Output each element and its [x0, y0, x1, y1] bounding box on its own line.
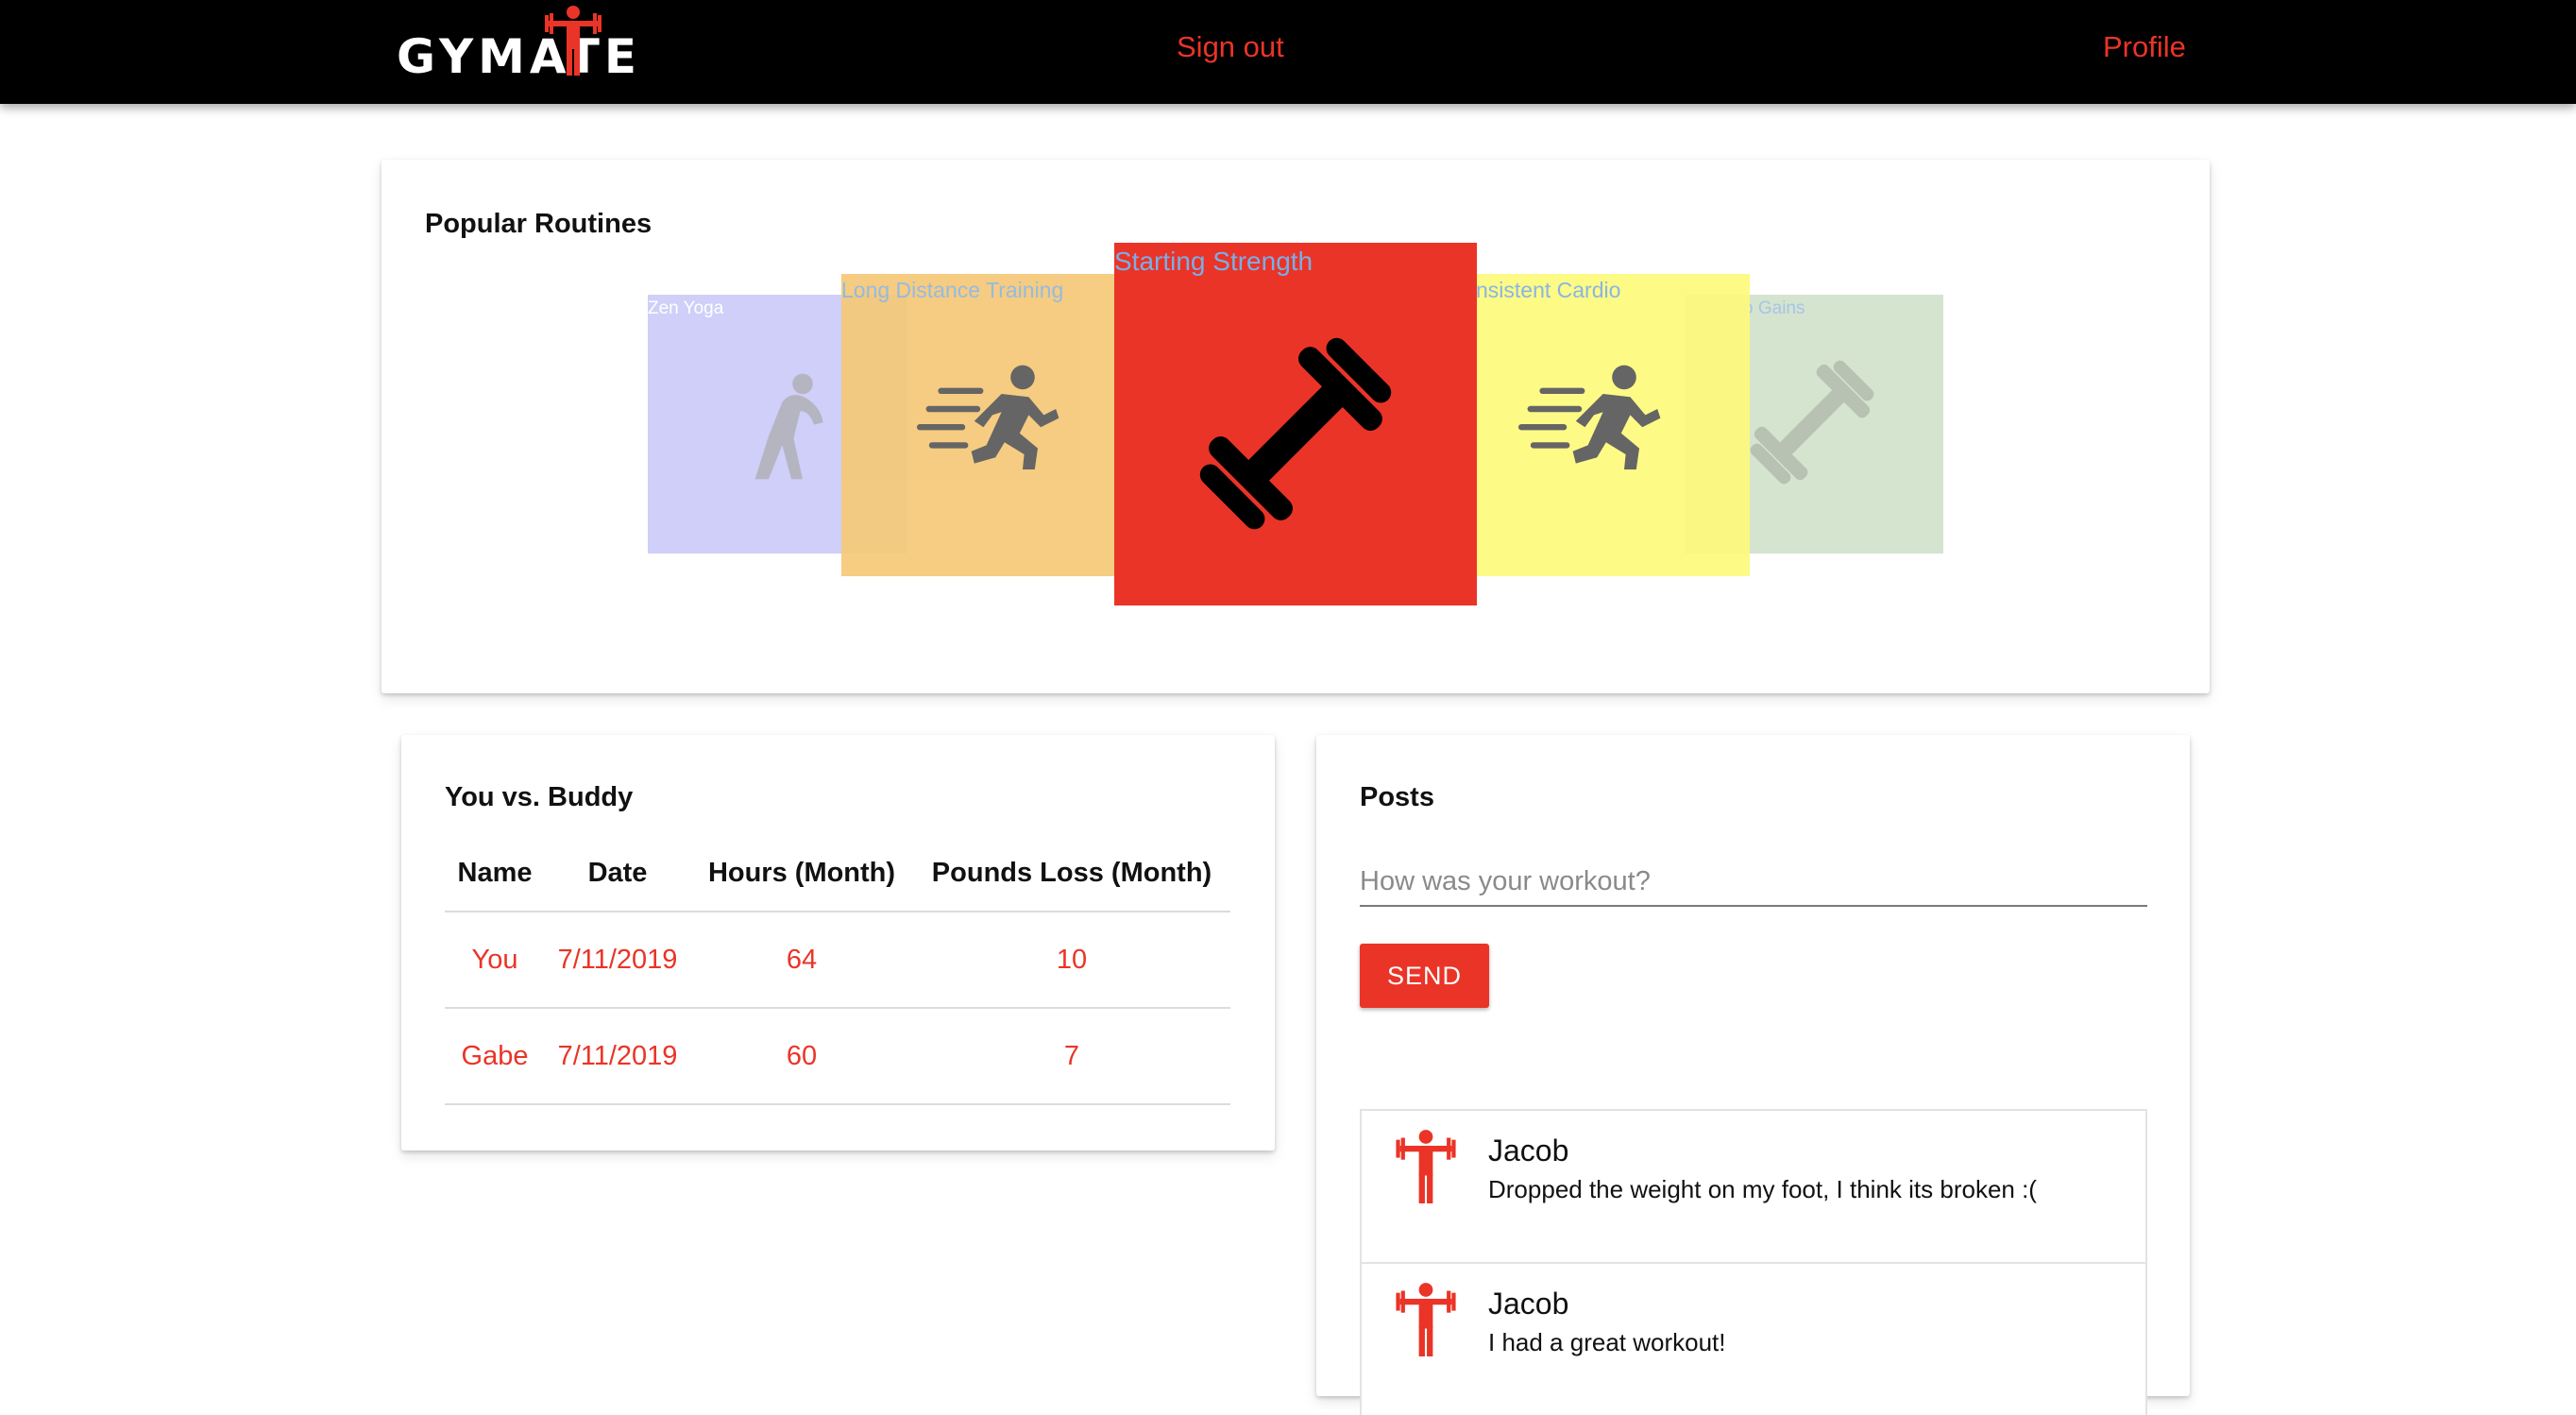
weightlifter-avatar-icon [1396, 1283, 1456, 1356]
weightlifter-logo-icon [545, 6, 602, 76]
yoga-stretch-icon [754, 373, 823, 480]
cell-pounds-loss: 10 [913, 912, 1230, 1009]
post-text: Dropped the weight on my foot, I think i… [1488, 1175, 2037, 1203]
routine-slide-label: Starting Strength [1114, 247, 1313, 276]
logo-text: GYMATE [397, 29, 641, 84]
column-header-pounds-loss: Pounds Loss (Month) [913, 835, 1230, 912]
column-header-hours: Hours (Month) [690, 835, 913, 912]
dumbbell-icon [1750, 360, 1874, 485]
cell-hours: 60 [690, 1008, 913, 1105]
sign-out-link[interactable]: Sign out [1177, 28, 1284, 66]
posts-card: Posts SEND Jacob Dropped the weight on m… [1316, 735, 2190, 1415]
column-header-date: Date [545, 835, 690, 912]
you-vs-buddy-title: You vs. Buddy [445, 782, 634, 812]
profile-link[interactable]: Profile [2103, 28, 2186, 66]
post-item[interactable]: Jacob I had a great workout! [1360, 1262, 2147, 1415]
routine-slide-long-distance-training[interactable]: Long Distance Training [841, 274, 1115, 576]
cell-date: 7/11/2019 [545, 912, 690, 1009]
dumbbell-icon [1199, 337, 1392, 530]
workout-post-input[interactable] [1360, 858, 2147, 907]
post-list: Jacob Dropped the weight on my foot, I t… [1360, 1109, 2147, 1415]
popular-routines-title: Popular Routines [425, 209, 652, 239]
post-author: Jacob [1488, 1134, 1569, 1168]
send-button[interactable]: SEND [1360, 944, 1489, 1008]
routine-slide-label: Long Distance Training [841, 278, 1064, 302]
routine-slide-consistent-cardio[interactable]: nsistent Cardio [1476, 274, 1750, 576]
routine-slide-label: o Gains [1743, 298, 1805, 318]
you-vs-buddy-card: You vs. Buddy Name Date Hours (Month) Po… [401, 735, 1275, 1151]
popular-routines-card: Popular Routines Zen Yoga o Gains Long D… [381, 160, 2210, 693]
routine-slide-starting-strength[interactable]: Starting Strength [1114, 243, 1477, 605]
cell-name: You [445, 912, 545, 1009]
table-header-row: Name Date Hours (Month) Pounds Loss (Mon… [445, 835, 1230, 912]
table-row: Gabe 7/11/2019 60 7 [445, 1008, 1230, 1105]
routine-slide-label: nsistent Cardio [1476, 278, 1621, 302]
cell-pounds-loss: 7 [913, 1008, 1230, 1105]
top-navbar: GYMATE Sign out Profile [0, 0, 2576, 104]
routine-slide-label: Zen Yoga [648, 298, 724, 318]
post-author: Jacob [1488, 1287, 1569, 1321]
running-icon [917, 365, 1059, 469]
weightlifter-avatar-icon [1396, 1130, 1456, 1203]
post-item[interactable]: Jacob Dropped the weight on my foot, I t… [1360, 1109, 2147, 1262]
column-header-name: Name [445, 835, 545, 912]
running-icon [1518, 365, 1661, 469]
cell-name: Gabe [445, 1008, 545, 1105]
posts-title: Posts [1360, 782, 1434, 812]
gymate-logo[interactable]: GYMATE [397, 4, 642, 98]
table-row: You 7/11/2019 64 10 [445, 912, 1230, 1009]
comparison-table: Name Date Hours (Month) Pounds Loss (Mon… [445, 835, 1230, 1105]
post-text: I had a great workout! [1488, 1328, 1726, 1356]
cell-date: 7/11/2019 [545, 1008, 690, 1105]
cell-hours: 64 [690, 912, 913, 1009]
